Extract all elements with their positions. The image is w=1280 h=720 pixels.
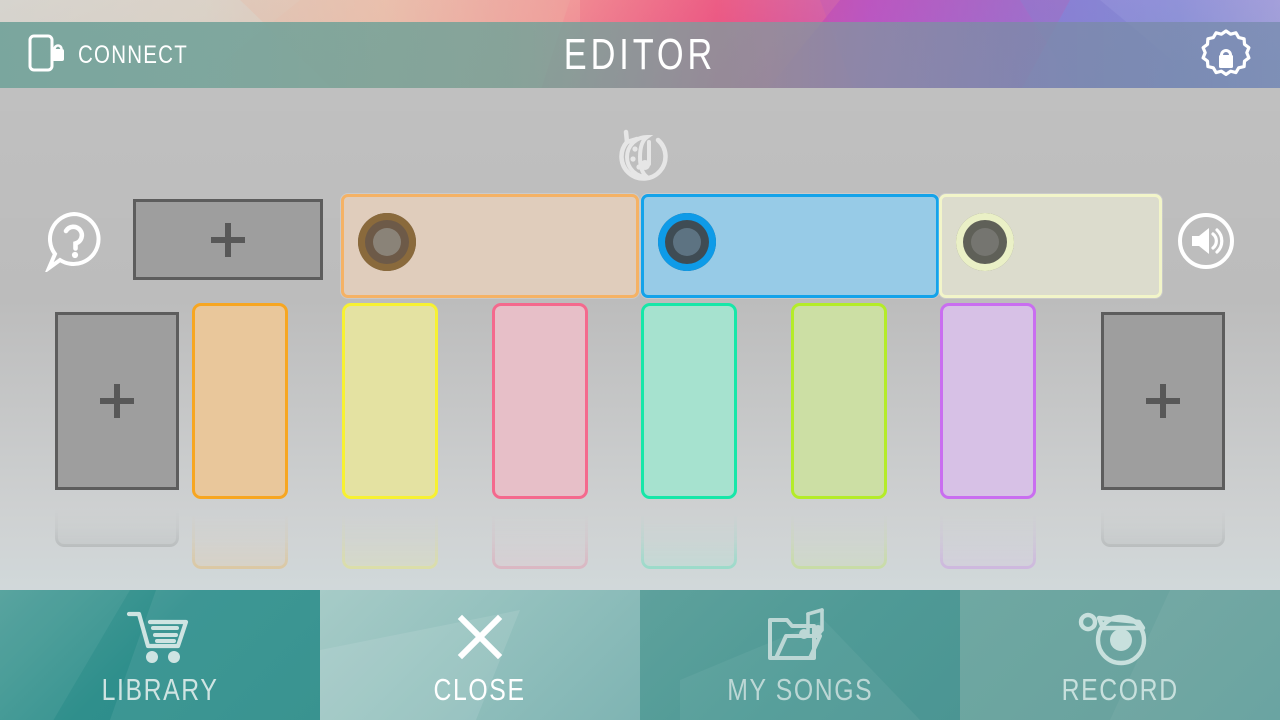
add-slot-reflection <box>55 499 179 547</box>
shopping-cart-icon <box>123 606 197 668</box>
loop-pink[interactable] <box>492 303 588 499</box>
add-loop-button-right[interactable] <box>1101 312 1225 490</box>
loop-violet[interactable] <box>940 303 1036 499</box>
track-dot-icon <box>956 213 1014 271</box>
loop-lime[interactable] <box>791 303 887 499</box>
close-label: CLOSE <box>433 672 527 707</box>
style-shuffle-button[interactable] <box>608 128 672 191</box>
track-row <box>0 194 1280 298</box>
plus-icon <box>211 222 245 257</box>
add-loop-button-left[interactable] <box>55 312 179 490</box>
track-beige[interactable] <box>341 194 639 298</box>
settings-button[interactable] <box>1198 28 1254 89</box>
add-track-button[interactable] <box>133 199 323 280</box>
vinyl-record-icon <box>1077 606 1163 668</box>
loop-yellow[interactable] <box>342 303 438 499</box>
loop-card-reflection <box>492 499 588 569</box>
close-x-icon <box>452 606 508 668</box>
loop-card-reflection <box>641 499 737 569</box>
track-blue[interactable] <box>641 194 939 298</box>
loop-card-reflection <box>791 499 887 569</box>
page-title: EDITOR <box>563 30 717 79</box>
library-label: LIBRARY <box>101 672 219 707</box>
style-shuffle-icon <box>608 129 672 190</box>
loop-orange[interactable] <box>192 303 288 499</box>
close-button[interactable]: CLOSE <box>320 590 640 720</box>
gear-lock-icon <box>1198 29 1254 88</box>
record-label: RECORD <box>1061 672 1179 707</box>
record-button[interactable]: RECORD <box>960 590 1280 720</box>
track-cream[interactable] <box>939 194 1162 298</box>
loop-mint[interactable] <box>641 303 737 499</box>
phone-lock-icon <box>28 33 66 78</box>
plus-icon <box>100 384 134 418</box>
my-songs-button[interactable]: MY SONGS <box>640 590 960 720</box>
my-songs-label: MY SONGS <box>726 672 874 707</box>
track-dot-icon <box>358 213 416 271</box>
plus-icon <box>1146 384 1180 418</box>
loop-card-reflection <box>192 499 288 569</box>
library-button[interactable]: LIBRARY <box>0 590 320 720</box>
card-reflections <box>0 499 1280 590</box>
folder-music-icon <box>762 606 838 668</box>
track-dot-icon <box>658 213 716 271</box>
top-bar: CONNECT EDITOR <box>0 22 1280 88</box>
loop-card-reflection <box>342 499 438 569</box>
bottom-toolbar: LIBRARY CLOSE MY SONGS RECORD <box>0 590 1280 720</box>
loop-card-reflection <box>940 499 1036 569</box>
add-slot-reflection <box>1101 499 1225 547</box>
editor-screen: CONNECT EDITOR LIBRARY CLOSE MY SONGS RE… <box>0 0 1280 720</box>
loop-row <box>0 303 1280 499</box>
